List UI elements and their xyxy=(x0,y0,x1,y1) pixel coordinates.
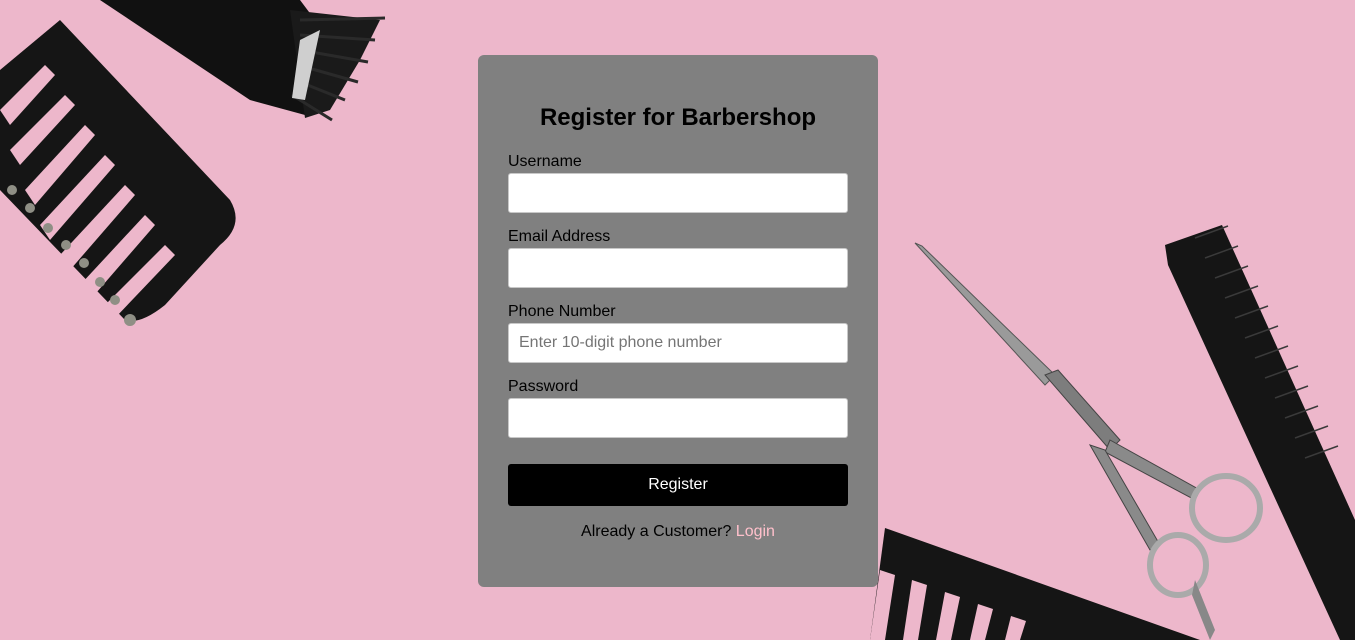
login-prompt: Already a Customer? Login xyxy=(508,521,848,543)
phone-field-group: Phone Number xyxy=(508,302,848,380)
phone-input[interactable] xyxy=(508,323,848,363)
username-field-group: Username xyxy=(508,152,848,230)
login-link[interactable]: Login xyxy=(736,523,775,540)
login-prompt-text: Already a Customer? xyxy=(581,523,732,540)
username-input[interactable] xyxy=(508,173,848,213)
email-input[interactable] xyxy=(508,248,848,288)
register-card: Register for Barbershop Username Email A… xyxy=(478,55,878,587)
register-button[interactable]: Register xyxy=(508,464,848,506)
password-input[interactable] xyxy=(508,398,848,438)
email-field-group: Email Address xyxy=(508,227,848,305)
password-field-group: Password xyxy=(508,377,848,455)
page-title: Register for Barbershop xyxy=(539,104,817,131)
